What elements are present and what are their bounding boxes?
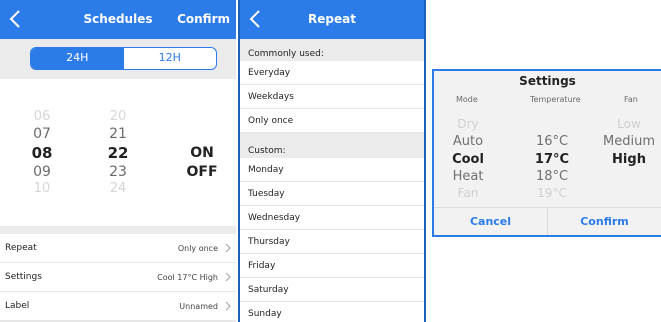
onoff-wheel[interactable]: ON OFF [172,79,232,226]
mode-option: Heat [452,169,484,184]
time-format-area: 24H 12H [0,39,236,79]
label-row[interactable]: Label Unnamed [0,292,236,321]
time-picker[interactable]: 06 07 08 09 10 20 21 22 23 24 ON OFF [0,79,236,226]
confirm-button[interactable]: Confirm [177,12,230,26]
page-title: Repeat [308,12,356,26]
chevron-right-icon [225,301,231,311]
temperature-option: 18°C [535,169,569,184]
hour-selected: 08 [31,144,53,162]
repeat-option-sunday[interactable]: Sunday [240,302,424,322]
chevron-right-icon [225,243,231,253]
settings-picker[interactable]: Dry Auto Cool Heat Fan 16°C 17°C 18°C 19… [434,111,661,209]
minute-option: 23 [109,164,127,180]
fan-option: Medium [603,134,655,149]
time-format-toggle: 24H 12H [30,47,217,70]
repeat-option-everyday[interactable]: Everyday [240,61,424,85]
repeat-option-only-once[interactable]: Only once [240,109,424,133]
settings-label: Settings [5,272,42,282]
fan-option: Low [617,117,641,131]
temperature-column-header: Temperature [530,95,581,104]
repeat-option-monday[interactable]: Monday [240,158,424,182]
custom-section-header: Custom: [240,136,424,158]
settings-row[interactable]: Settings Cool 17°C High [0,263,236,292]
minute-wheel[interactable]: 20 21 22 23 24 [98,79,138,226]
dialog-confirm-button[interactable]: Confirm [548,208,661,235]
format-24h-button[interactable]: 24H [31,48,124,69]
dialog-buttons: Cancel Confirm [434,207,661,235]
minute-option: 24 [109,181,127,196]
repeat-option-saturday[interactable]: Saturday [240,278,424,302]
fan-wheel[interactable]: Low Medium High [594,111,661,209]
repeat-option-thursday[interactable]: Thursday [240,230,424,254]
hour-option: 10 [33,181,51,196]
repeat-value: Only once [177,244,218,253]
mode-column-header: Mode [456,95,478,104]
temperature-wheel[interactable]: 16°C 17°C 18°C 19°C [522,111,582,209]
mode-selected: Cool [452,152,484,167]
repeat-label: Repeat [5,243,37,253]
repeat-screen: Repeat Commonly used: Everyday Weekdays … [238,0,426,322]
hour-wheel[interactable]: 06 07 08 09 10 [22,79,62,226]
repeat-row[interactable]: Repeat Only once [0,234,236,263]
onoff-option: OFF [186,164,218,180]
temperature-selected: 17°C [534,152,570,167]
dialog-title: Settings [519,74,576,88]
schedules-screen: Schedules Confirm 24H 12H 06 07 08 09 10… [0,0,236,322]
label-label: Label [5,301,30,311]
hour-option: 07 [33,126,51,142]
chevron-right-icon [225,272,231,282]
temperature-option: 16°C [535,134,569,149]
mode-option: Dry [457,117,479,131]
schedule-options: Repeat Only once Settings Cool 17°C High… [0,234,236,321]
repeat-option-wednesday[interactable]: Wednesday [240,206,424,230]
mode-wheel[interactable]: Dry Auto Cool Heat Fan [438,111,498,209]
fan-selected: High [612,152,646,167]
label-value: Unnamed [179,302,218,311]
hour-option: 06 [33,109,51,124]
common-section-header: Commonly used: [240,39,424,61]
fan-column-header: Fan [624,95,638,104]
onoff-selected: ON [190,145,214,161]
repeat-option-friday[interactable]: Friday [240,254,424,278]
mode-option: Fan [457,186,479,200]
repeat-option-weekdays[interactable]: Weekdays [240,85,424,109]
repeat-header: Repeat [240,0,424,39]
repeat-option-tuesday[interactable]: Tuesday [240,182,424,206]
hour-option: 09 [33,164,51,180]
mode-option: Auto [452,134,484,149]
minute-option: 20 [109,109,127,124]
settings-value: Cool 17°C High [157,273,218,282]
minute-selected: 22 [107,144,129,162]
schedules-header: Schedules Confirm [0,0,236,39]
minute-option: 21 [109,126,127,142]
settings-dialog: Settings Mode Temperature Fan Dry Auto C… [432,69,661,237]
temperature-option: 19°C [537,186,567,200]
format-12h-button[interactable]: 12H [124,48,217,69]
cancel-button[interactable]: Cancel [434,208,548,235]
